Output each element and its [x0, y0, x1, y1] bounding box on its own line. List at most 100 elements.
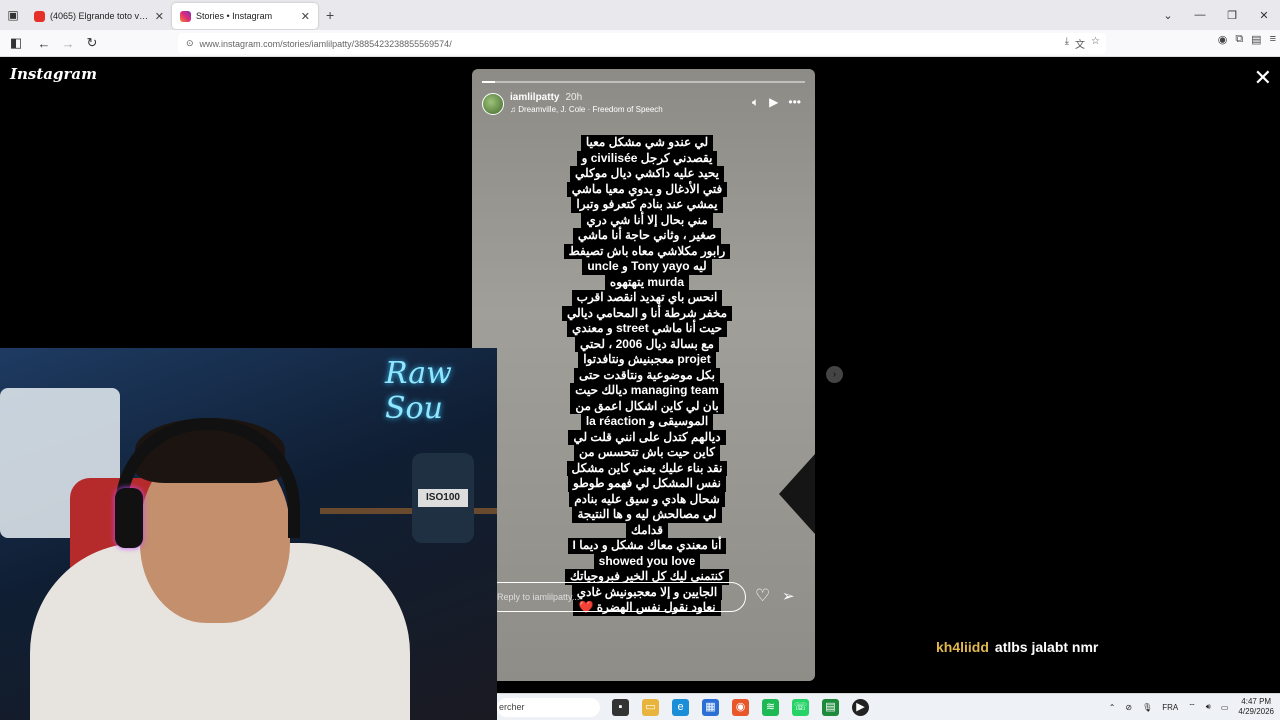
address-bar[interactable]: ⊙ www.instagram.com/stories/iamlilpatty/… — [178, 33, 1106, 54]
toolbar-right: ◉ ⧉ ▤ ≡ — [1218, 33, 1276, 46]
neon-sign: Raw Sou — [385, 356, 452, 426]
story-time: 20h — [565, 92, 583, 103]
tab-overflow-icon[interactable]: ⌄ — [1152, 9, 1184, 22]
caption-line: ديالهم كتدل على انني قلت لي — [568, 429, 726, 445]
tab-instagram[interactable]: Stories • Instagram ✕ — [172, 3, 318, 29]
send-icon[interactable]: ➢ — [782, 587, 795, 605]
avatar[interactable] — [482, 93, 504, 115]
account-icon[interactable]: ◉ — [1218, 33, 1228, 46]
media-player-icon[interactable]: ▶ — [852, 698, 869, 716]
nav-bar: ◧ ← → ↻ ⊙ www.instagram.com/stories/iaml… — [0, 30, 1280, 57]
system-tray: ⌃ ⊘ 🎙︎ FRA ⌔ 🔊︎ ▭ 4:47 PM 4/29/2026 — [1109, 697, 1274, 717]
close-tab-icon[interactable]: ✕ — [155, 10, 164, 23]
caption-line: نقد بناء عليك يعني كاين مشكل — [566, 460, 728, 476]
story-music[interactable]: ♫ Dreamville, J. Cole · Freedom of Speec… — [510, 105, 663, 114]
edge-icon[interactable]: e — [672, 698, 689, 716]
url-tools: ⤓ 文 ☆ — [1065, 36, 1100, 51]
clock-date: 4/29/2026 — [1238, 707, 1274, 716]
caption-line: murda يتهتهوه — [604, 274, 690, 290]
supplement-tub: ISO100 — [412, 453, 474, 543]
caption-line: مخفر شرطة أنا و المحامي ديالي — [561, 305, 733, 321]
webcam-overlay: Raw Sou ISO100 — [0, 348, 497, 720]
caption-line: لي عندو شي مشكل معيا — [580, 135, 714, 151]
story-progress-fill — [482, 81, 495, 83]
caption-line: صغير ، وثاني حاجة أنا ماشي — [572, 228, 722, 244]
tab-list-icon[interactable]: ▣ — [0, 0, 26, 30]
file-explorer-icon[interactable]: ▭ — [642, 698, 659, 716]
reload-icon[interactable]: ↻ — [80, 31, 104, 55]
screen: ▣ (4065) Elgrande toto vs jalouta ✕ Stor… — [0, 0, 1280, 720]
new-tab-button[interactable]: + — [326, 7, 334, 23]
whatsapp-icon[interactable]: ☏ — [792, 698, 809, 716]
close-window-icon[interactable]: ✕ — [1248, 9, 1280, 22]
extensions-icon[interactable]: ⧉ — [1235, 33, 1243, 46]
caption-line: بكل موضوعية ونتاقدت حتى — [573, 367, 721, 383]
instagram-logo[interactable]: Instagram — [10, 65, 97, 83]
caption-line: أنا معندي معاك مشكل و ديما I — [567, 538, 727, 554]
menu-icon[interactable]: ≡ — [1270, 33, 1276, 46]
youtube-favicon-icon — [34, 10, 45, 22]
caption-line: شحال هادي و سيق عليه بنادم — [569, 491, 725, 507]
back-icon[interactable]: ← — [32, 31, 56, 55]
app-icon[interactable]: ▤ — [822, 698, 839, 716]
caption-line: يحيد عليه داكشي ديال موكلي — [570, 166, 724, 182]
clock[interactable]: 4:47 PM 4/29/2026 — [1238, 697, 1274, 717]
tab-title: (4065) Elgrande toto vs jalouta — [50, 11, 151, 21]
volume-icon[interactable]: 🔊︎ — [1206, 702, 1211, 712]
language-indicator[interactable]: FRA — [1162, 703, 1178, 712]
chat-text: atlbs jalabt nmr — [994, 639, 1099, 655]
url-text: www.instagram.com/stories/iamlilpatty/38… — [199, 38, 452, 49]
caption-line: رابور مكلاشي معاه باش تصيفط — [563, 243, 731, 259]
caption-line: فتي الأدغال و يدوي معيا ماشي — [566, 181, 728, 197]
taskbar-search[interactable]: ercher — [497, 697, 600, 717]
mic-icon[interactable]: 🎙︎ — [1142, 703, 1152, 712]
translate-ext-icon[interactable]: ▤ — [1251, 33, 1261, 46]
background-shape — [779, 454, 815, 534]
tray-overflow-icon[interactable]: ⌃ — [1109, 703, 1116, 712]
tab-youtube[interactable]: (4065) Elgrande toto vs jalouta ✕ — [26, 3, 172, 29]
tab-title: Stories • Instagram — [196, 11, 273, 21]
sidebar-icon[interactable]: ◧ — [4, 31, 28, 55]
maximize-icon[interactable]: ❐ — [1216, 9, 1248, 22]
spotify-icon[interactable]: ≋ — [762, 698, 779, 716]
network-icon[interactable]: ⊘ — [1125, 703, 1132, 712]
play-icon[interactable]: ▶ — [769, 95, 778, 110]
taskbar: ercher ▪ ▭ e ▦ ◉ ≋ ☏ ▤ ▶ ⌃ ⊘ 🎙︎ FRA ⌔ 🔊︎… — [497, 693, 1280, 720]
instagram-favicon-icon — [180, 10, 191, 22]
clock-time: 4:47 PM — [1241, 697, 1272, 706]
headset-earcup — [115, 488, 143, 548]
download-icon[interactable]: ⤓ — [1065, 36, 1069, 51]
battery-icon[interactable]: ▭ — [1221, 703, 1229, 712]
mute-icon[interactable]: 🔈︎ — [752, 95, 759, 110]
store-icon[interactable]: ▦ — [702, 698, 719, 716]
close-icon[interactable]: ✕ — [1254, 67, 1272, 89]
translate-icon[interactable]: 文 — [1075, 36, 1085, 51]
caption-line: كاين حيت باش تتحسس من — [574, 445, 720, 461]
caption-line: showed you love — [593, 553, 701, 569]
minimize-icon[interactable]: — — [1184, 9, 1216, 21]
site-info-icon[interactable]: ⊙ — [186, 38, 194, 49]
story-username[interactable]: iamlilpatty 20h — [510, 92, 582, 103]
tab-bar: ▣ (4065) Elgrande toto vs jalouta ✕ Stor… — [0, 0, 1280, 30]
caption-line: حيت أنا ماشي street و معندي — [567, 321, 727, 337]
caption-line: managing team ديالك حيت — [570, 383, 724, 399]
firefox-icon[interactable]: ◉ — [732, 698, 749, 716]
next-story-icon[interactable]: › — [826, 366, 843, 383]
caption-line: لي مصالحش ليه و ها النتيجة — [572, 507, 722, 523]
caption-line: projet معجبنيش ونتافدتوا — [578, 352, 716, 368]
bookmark-star-icon[interactable]: ☆ — [1091, 36, 1100, 51]
forward-icon[interactable]: → — [56, 31, 80, 55]
caption-line: يمشي عند بنادم كتعرفو وتبرا — [571, 197, 723, 213]
caption-line: يقصدني كرجل civilisée و — [576, 150, 718, 166]
task-view-icon[interactable]: ▪ — [612, 698, 629, 716]
chat-username: kh4liidd — [936, 639, 989, 655]
story-header: iamlilpatty 20h ♫ Dreamville, J. Cole · F… — [482, 91, 805, 121]
close-tab-icon[interactable]: ✕ — [301, 10, 310, 23]
story-caption: لي عندو شي مشكل معيا يقصدني كرجل civilisé… — [556, 135, 738, 616]
caption-line: قدامك — [626, 522, 668, 538]
more-options-icon[interactable]: ••• — [788, 95, 801, 110]
heart-icon[interactable]: ♡ — [755, 586, 770, 606]
reply-input[interactable]: Reply to iamlilpatty... — [484, 582, 746, 612]
wifi-icon[interactable]: ⌔ — [1188, 702, 1196, 712]
chat-message: kh4liidd atlbs jalabt nmr — [936, 639, 1098, 655]
